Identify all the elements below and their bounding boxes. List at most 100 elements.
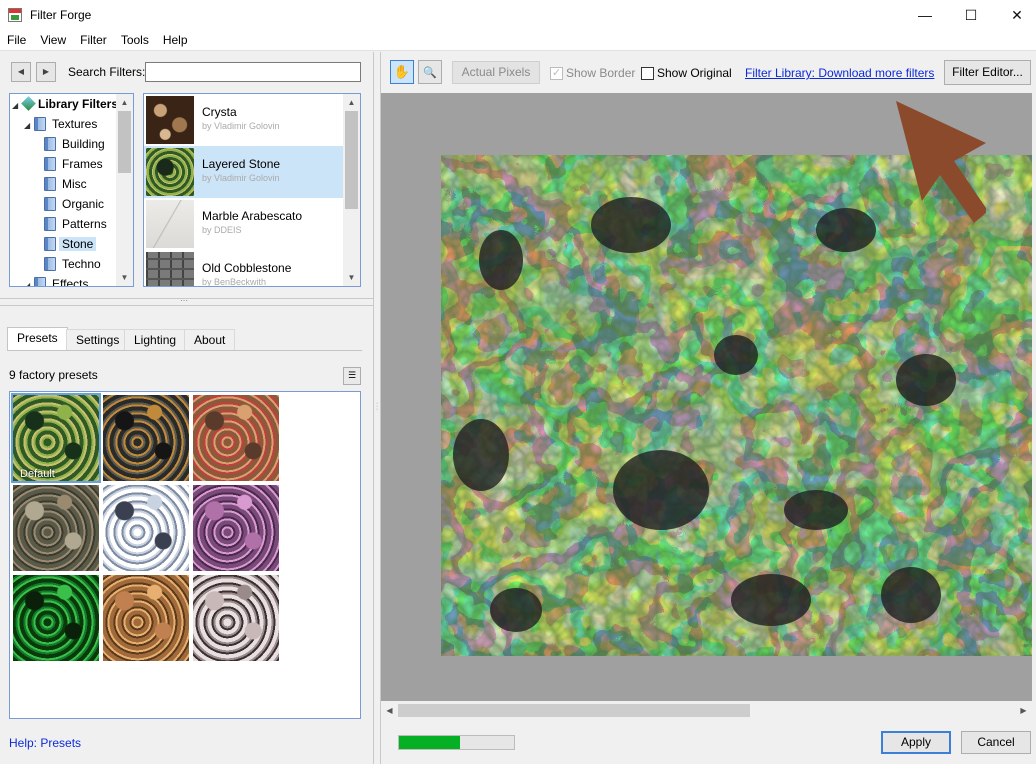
scroll-down-icon[interactable]: ▼ [343,269,360,286]
tree-item-label: Effects [52,277,89,287]
show-border-checkbox[interactable]: ✓ [550,67,563,80]
render-progress-bar [398,735,515,750]
hand-tool-button[interactable]: ✋ [390,60,414,84]
scroll-up-icon[interactable]: ▲ [343,94,360,111]
filter-list[interactable]: Crysta by Vladimir Golovin Layered Stone by… [143,93,361,287]
forward-button[interactable]: ▶ [36,62,56,82]
scroll-thumb[interactable] [118,111,131,173]
filter-name: Layered Stone [202,157,281,171]
preset-thumbnail[interactable] [193,485,279,571]
tree-item-patterns[interactable]: Patterns [44,214,110,234]
scroll-down-icon[interactable]: ▼ [116,269,133,286]
tree-item-label: Patterns [62,217,107,231]
tree-item-organic[interactable]: Organic [44,194,107,214]
filter-forge-window: Filter Forge — ☐ ✕ File View Filter Tools He… [0,0,1036,764]
tree-item-textures[interactable]: ◢ Textures [24,114,100,134]
cancel-button[interactable]: Cancel [961,731,1031,754]
folder-icon [44,237,56,251]
vertical-splitter[interactable]: · · · [373,52,381,764]
folder-icon [44,177,56,191]
tab-presets[interactable]: Presets [7,327,68,351]
tree-item-frames[interactable]: Frames [44,154,106,174]
tab-lighting[interactable]: Lighting [124,329,187,351]
preset-thumbnail[interactable] [103,575,189,661]
folder-icon [44,197,56,211]
filter-item[interactable]: Marble Arabescato by DDEIS [144,198,343,250]
filter-item[interactable]: Old Cobblestone by BenBeckwith [144,250,343,286]
scroll-right-icon[interactable]: ▶ [1015,702,1032,719]
show-original-label: Show Original [657,66,732,80]
preset-thumbnail[interactable] [103,485,189,571]
tab-settings[interactable]: Settings [66,329,130,351]
show-original-checkbox[interactable] [641,67,654,80]
category-tree[interactable]: ◢ Library Filters ◢ Textures Building Frames… [9,93,134,287]
tree-scrollbar[interactable]: ▲ ▼ [116,94,133,286]
window-title: Filter Forge [30,8,92,22]
preview-canvas[interactable] [381,93,1032,701]
preset-thumbnail[interactable] [13,485,99,571]
menu-view[interactable]: View [33,31,73,50]
apply-button[interactable]: Apply [881,731,951,754]
scroll-thumb[interactable] [398,704,750,717]
preset-thumbnail[interactable] [103,395,189,481]
menu-file[interactable]: File [0,31,33,50]
close-button[interactable]: ✕ [994,0,1036,31]
back-button[interactable]: ◀ [11,62,31,82]
presets-menu-button[interactable]: ☰ [343,367,361,385]
filter-thumbnail [146,96,194,144]
tree-item-label: Textures [52,117,98,131]
canvas-hscrollbar[interactable]: ◀ ▶ [381,702,1032,719]
collapse-icon[interactable]: ◢ [12,96,22,116]
filter-list-scrollbar[interactable]: ▲ ▼ [343,94,360,286]
search-label: Search Filters: [68,65,146,79]
actual-pixels-button[interactable]: Actual Pixels [452,61,540,84]
list-menu-icon: ☰ [347,370,357,380]
folder-icon [44,157,56,171]
tree-item-label: Organic [62,197,105,211]
filter-name: Marble Arabescato [202,209,303,223]
tree-item-misc[interactable]: Misc [44,174,90,194]
tree-item-techno[interactable]: Techno [44,254,104,274]
maximize-button[interactable]: ☐ [948,0,994,31]
preset-thumbnail[interactable] [13,575,99,661]
tree-item-stone[interactable]: Stone [44,234,97,254]
minimize-button[interactable]: — [902,0,948,31]
collapse-icon[interactable]: ◢ [24,116,34,136]
tab-about[interactable]: About [184,329,236,351]
filter-author: by Vladimir Golovin [202,121,280,131]
preset-thumbnail[interactable] [193,575,279,661]
filter-item[interactable]: Layered Stone by Vladimir Golovin [144,146,343,198]
tree-item-effects[interactable]: ◢ Effects [24,274,91,287]
filter-thumbnail [146,252,194,286]
filter-editor-button[interactable]: Filter Editor... [944,60,1031,85]
preset-label: Default [20,468,55,480]
progress-fill [399,736,460,749]
menu-help[interactable]: Help [156,31,195,50]
preset-thumbnail[interactable] [193,395,279,481]
tree-root-label: Library Filters [38,97,119,111]
scroll-up-icon[interactable]: ▲ [116,94,133,111]
presets-count: 9 factory presets [9,368,98,382]
filter-library-link[interactable]: Filter Library: Download more filters [745,66,934,80]
horizontal-splitter[interactable]: ⋯ [0,296,373,306]
tree-item-label: Frames [62,157,103,171]
menu-tools[interactable]: Tools [114,31,156,50]
zoom-tool-button[interactable]: 🔍 [418,60,442,84]
help-presets-link[interactable]: Help: Presets [9,736,81,750]
zoom-icon: 🔍 [423,67,437,79]
tree-root[interactable]: ◢ Library Filters [12,94,118,114]
menu-filter[interactable]: Filter [73,31,114,50]
filter-thumbnail [146,148,194,196]
preset-thumbnail[interactable]: Default [11,393,101,483]
menu-bar: File View Filter Tools Help [0,31,1036,51]
filter-item[interactable]: Crysta by Vladimir Golovin [144,94,343,146]
filter-name: Old Cobblestone [202,261,292,275]
scroll-left-icon[interactable]: ◀ [381,702,398,719]
tree-item-building[interactable]: Building [44,134,108,154]
collapse-icon[interactable]: ◢ [24,276,34,286]
folder-icon [44,217,56,231]
search-input[interactable] [145,62,361,82]
scroll-thumb[interactable] [345,111,358,209]
tree-item-label: Misc [62,177,87,191]
folder-icon [34,277,46,286]
